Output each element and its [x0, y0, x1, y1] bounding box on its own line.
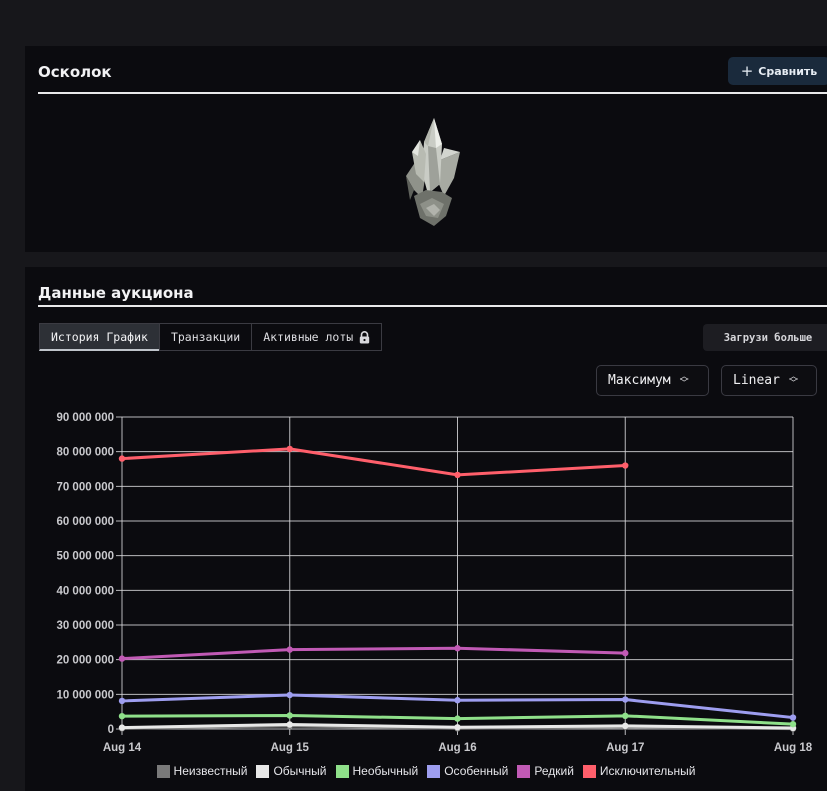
legend-swatch — [427, 764, 441, 778]
data-point — [286, 691, 293, 699]
data-point — [118, 655, 126, 662]
title-divider — [38, 92, 827, 94]
legend-swatch — [582, 764, 596, 778]
data-point — [454, 471, 461, 479]
data-point — [454, 697, 461, 704]
y-tick-label: 20 000 000 — [56, 655, 114, 667]
item-panel: Осколок + Сравнить — [25, 46, 827, 252]
data-point — [118, 697, 126, 705]
x-tick-label: Aug 15 — [271, 742, 310, 754]
legend-item[interactable]: Неизвестный — [156, 764, 248, 778]
auction-panel: Данные аукциона История График Транзакци… — [25, 267, 827, 791]
legend-item[interactable]: Особенный — [427, 764, 508, 778]
legend-item[interactable]: Обычный — [256, 764, 327, 778]
legend-label: Особенный — [444, 764, 509, 778]
data-point — [454, 715, 461, 722]
data-point — [622, 462, 629, 469]
legend-label: Необычный — [352, 764, 419, 778]
y-tick-label: 10 000 000 — [56, 689, 114, 701]
series-line — [121, 447, 626, 477]
x-tick-label: Aug 16 — [438, 742, 476, 754]
y-tick-label: 80 000 000 — [56, 447, 114, 459]
legend-swatch — [335, 764, 349, 778]
data-point — [622, 712, 629, 720]
data-point — [286, 646, 293, 653]
legend-label: Обычный — [273, 764, 327, 778]
legend-swatch — [156, 764, 170, 778]
price-history-chart: 0 10 000 000 20 000 000 30 000 000 40 000 00… — [56, 412, 813, 754]
data-point — [118, 455, 126, 462]
data-point — [118, 712, 126, 720]
legend-item[interactable]: Исключительный — [582, 764, 696, 778]
data-point — [286, 445, 293, 453]
legend-item[interactable]: Необычный — [335, 764, 419, 778]
data-point — [286, 712, 293, 719]
y-tick-label: 60 000 000 — [56, 516, 114, 528]
data-point — [286, 721, 293, 728]
legend-label: Редкий — [534, 764, 574, 778]
x-tick-label: Aug 17 — [606, 742, 644, 754]
legend-swatch — [256, 764, 270, 778]
data-point — [622, 696, 629, 703]
chart-legend: Неизвестный Обычный Необычный Особенный Редк… — [25, 764, 827, 778]
y-tick-label: 40 000 000 — [56, 585, 114, 597]
data-point — [789, 714, 797, 721]
compare-label: Сравнить — [758, 64, 818, 78]
y-tick-label: 90 000 000 — [56, 412, 114, 424]
data-point — [622, 722, 629, 730]
data-point — [454, 724, 461, 731]
x-tick-label: Aug 18 — [774, 742, 813, 754]
plus-icon: + — [740, 61, 754, 80]
series-line — [121, 646, 626, 661]
y-tick-label: 30 000 000 — [56, 620, 114, 632]
item-title: Осколок — [38, 63, 112, 81]
y-tick-label: 0 — [108, 724, 114, 736]
data-point — [789, 720, 797, 728]
y-tick-label: 50 000 000 — [56, 551, 114, 563]
legend-label: Неизвестный — [173, 764, 248, 778]
legend-label: Исключительный — [599, 764, 696, 778]
data-point — [454, 645, 461, 652]
compare-button[interactable]: + Сравнить — [728, 57, 827, 85]
legend-swatch — [517, 764, 531, 778]
data-point — [622, 649, 629, 657]
y-tick-label: 70 000 000 — [56, 481, 114, 493]
legend-item[interactable]: Редкий — [517, 764, 574, 778]
crystal-icon — [406, 118, 460, 226]
x-tick-label: Aug 14 — [103, 742, 142, 754]
data-point — [118, 724, 126, 731]
